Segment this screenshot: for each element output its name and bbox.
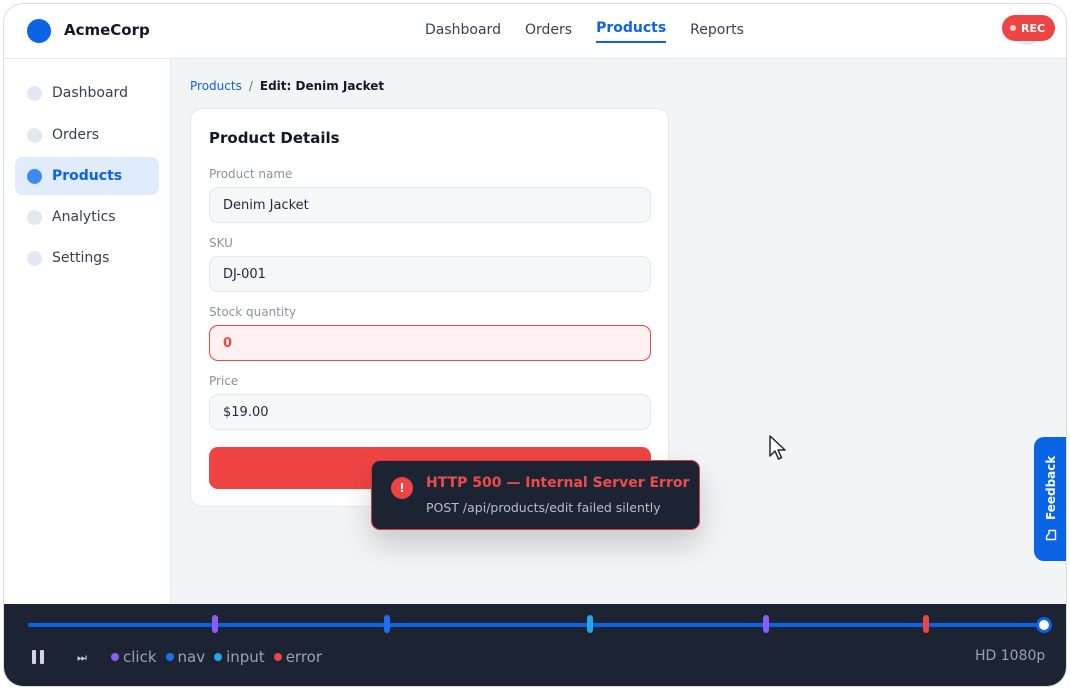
topnav-reports[interactable]: Reports <box>690 4 744 59</box>
timeline-marker-input[interactable] <box>587 615 594 633</box>
product-name-input[interactable] <box>209 187 651 223</box>
topnav-orders[interactable]: Orders <box>525 4 572 59</box>
skip-forward-icon[interactable]: ⏭ <box>77 651 87 665</box>
mouse-cursor-icon <box>769 435 786 460</box>
legend-label: nav <box>177 648 206 666</box>
top-nav: Dashboard Orders Products Reports <box>425 4 768 59</box>
error-toast: ! HTTP 500 — Internal Server Error POST … <box>371 460 700 530</box>
sidebar-item-analytics[interactable]: Analytics <box>15 198 159 236</box>
pause-icon <box>40 650 44 664</box>
feedback-label: Feedback <box>1044 455 1058 521</box>
legend-item-error: error <box>273 648 323 666</box>
sidebar-item-settings[interactable]: Settings <box>15 239 159 277</box>
legend-label: error <box>285 648 323 666</box>
legend-dot <box>165 653 174 661</box>
card-title: Product Details <box>209 129 340 147</box>
legend-label: click <box>123 648 157 666</box>
recording-badge: REC <box>1002 15 1056 41</box>
topnav-dashboard[interactable]: Dashboard <box>425 4 501 59</box>
pause-icon <box>32 650 36 664</box>
app-window: AcmeCorp Dashboard Orders Products Repor… <box>3 3 1067 687</box>
brand-logo[interactable] <box>27 19 51 43</box>
timeline-playhead[interactable] <box>1036 617 1052 633</box>
event-legend: click nav input error <box>111 648 322 666</box>
breadcrumb-products-link[interactable]: Products <box>190 79 242 93</box>
dashboard-icon <box>27 85 42 101</box>
timeline-marker-nav[interactable] <box>384 615 391 633</box>
toast-title: HTTP 500 — Internal Server Error <box>426 475 690 491</box>
sku-label: SKU <box>209 236 233 250</box>
legend-dot <box>111 653 119 661</box>
timeline-marker-click[interactable] <box>211 615 218 633</box>
sidebar-item-dashboard[interactable]: Dashboard <box>15 74 159 112</box>
breadcrumb-current: Edit: Denim Jacket <box>259 79 385 93</box>
legend-item-input: input <box>214 648 265 666</box>
sidebar-item-label: Analytics <box>52 209 116 225</box>
topnav-products[interactable]: Products <box>596 4 667 59</box>
sidebar-item-label: Orders <box>52 127 100 143</box>
analytics-icon <box>27 209 42 225</box>
timeline-marker-click[interactable] <box>762 615 769 633</box>
sidebar-item-label: Products <box>52 168 123 184</box>
timeline-marker-error[interactable] <box>923 615 930 633</box>
product-name-label: Product name <box>209 167 293 181</box>
legend-dot <box>214 653 223 661</box>
quality-indicator[interactable]: HD 1080p <box>975 648 1045 664</box>
message-square-icon <box>1045 529 1057 541</box>
legend-item-click: click <box>111 648 157 666</box>
stock-quantity-input[interactable] <box>209 325 651 361</box>
sku-input[interactable] <box>209 256 651 292</box>
replay-player: ⏭ click nav input error HD 1080p <box>4 604 1066 686</box>
price-input[interactable] <box>209 394 651 430</box>
legend-item-nav: nav <box>165 648 206 666</box>
legend-dot <box>273 653 282 661</box>
top-bar: AcmeCorp Dashboard Orders Products Repor… <box>4 4 1066 59</box>
toast-message: POST /api/products/edit failed silently <box>426 500 661 515</box>
products-icon <box>27 168 42 184</box>
recording-dot-icon <box>1010 25 1016 31</box>
sidebar-item-label: Settings <box>52 250 110 266</box>
sidebar-item-products[interactable]: Products <box>15 157 159 195</box>
stock-quantity-label: Stock quantity <box>209 305 297 319</box>
product-details-card: Product Details Product name SKU Stock q… <box>190 108 669 507</box>
recording-label: REC <box>1021 21 1046 35</box>
alert-icon: ! <box>391 477 413 499</box>
brand-name[interactable]: AcmeCorp <box>64 21 150 39</box>
breadcrumb: Products / Edit: Denim Jacket <box>190 79 384 93</box>
settings-icon <box>27 250 42 266</box>
sidebar: Dashboard Orders Products Analytics Sett… <box>4 59 171 604</box>
legend-label: input <box>226 648 265 666</box>
pause-button[interactable] <box>32 650 48 666</box>
timeline-track[interactable] <box>28 623 1043 627</box>
orders-icon <box>27 127 42 143</box>
sidebar-item-orders[interactable]: Orders <box>15 116 159 154</box>
price-label: Price <box>209 374 239 388</box>
feedback-tab[interactable]: Feedback <box>1034 437 1066 561</box>
breadcrumb-separator: / <box>248 79 253 93</box>
sidebar-item-label: Dashboard <box>52 85 128 101</box>
